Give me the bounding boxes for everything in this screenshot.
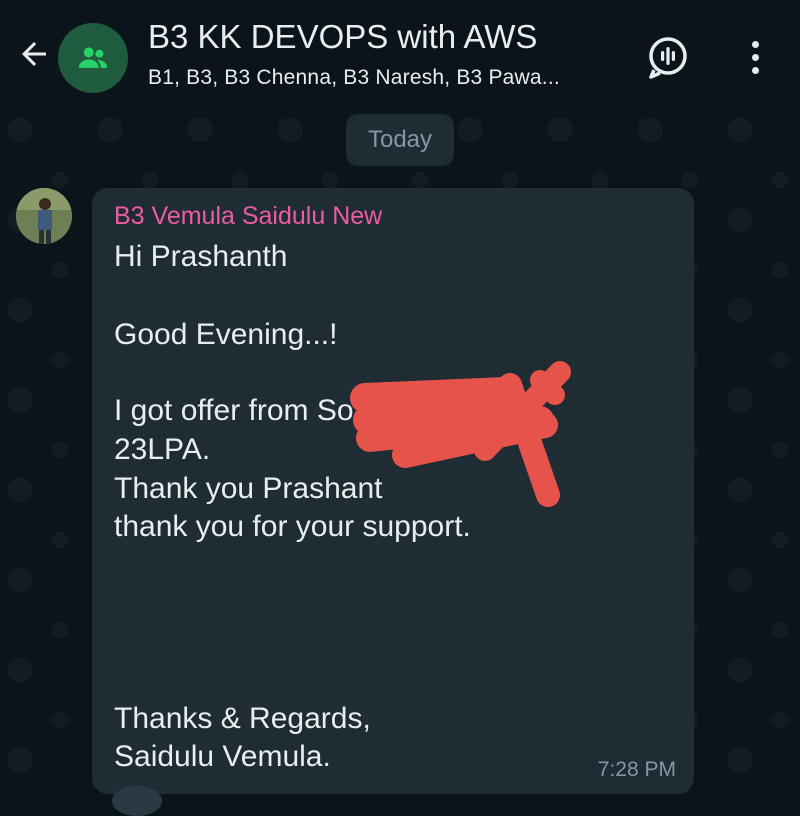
message-line: 23LPA. (114, 433, 211, 466)
message-sender[interactable]: B3 Vemula Saidulu New (114, 202, 382, 231)
arrow-left-icon (22, 42, 46, 66)
group-avatar[interactable] (58, 23, 128, 93)
message-line: I got offer from So e for (114, 394, 422, 427)
sender-avatar[interactable] (16, 188, 72, 244)
message-time: 7:28 PM (597, 758, 676, 781)
message-line: Saidulu Vemula. (114, 740, 331, 773)
message-line: Hi Prashanth (114, 240, 288, 273)
message-bubble[interactable]: B3 Vemula Saidulu New Hi Prashanth Good … (92, 188, 694, 794)
message-line: thank you for your support. (114, 510, 471, 543)
more-options-button[interactable] (740, 34, 770, 80)
message-line: Good Evening...! (114, 318, 338, 351)
more-vertical-icon (751, 40, 759, 48)
message-line: Thanks & Regards, (114, 702, 371, 735)
chat-title[interactable]: B3 KK DEVOPS with AWS (148, 18, 537, 56)
back-button[interactable] (14, 34, 54, 74)
group-icon (78, 47, 108, 68)
date-divider: Today (346, 114, 454, 166)
voice-chat-button[interactable] (645, 34, 691, 80)
voice-chat-icon (649, 37, 687, 79)
message-line: Thank you Prashant (114, 472, 383, 505)
chat-header: B3 KK DEVOPS with AWS B1, B3, B3 Chenna,… (0, 0, 800, 110)
reaction-indicator[interactable] (112, 786, 162, 816)
sender-photo (16, 188, 72, 244)
chat-members[interactable]: B1, B3, B3 Chenna, B3 Naresh, B3 Pawa... (148, 66, 560, 90)
